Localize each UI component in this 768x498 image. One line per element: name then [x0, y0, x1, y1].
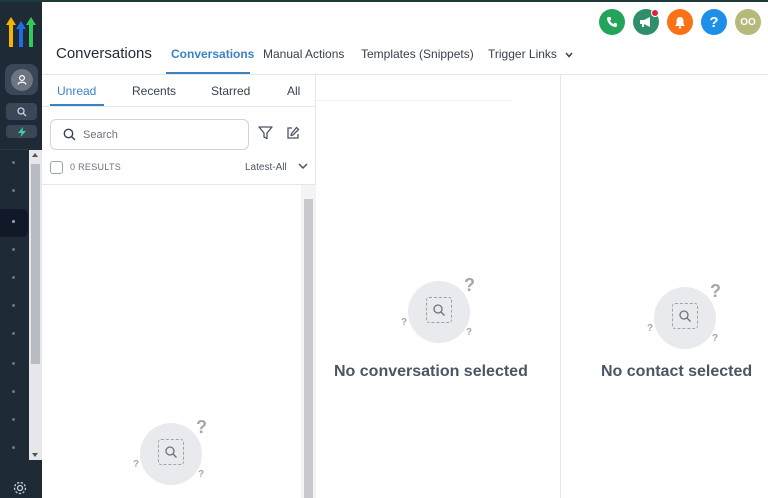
magnifier-icon — [426, 297, 452, 323]
avatar-initials: OO — [740, 16, 756, 28]
tab-manual-actions[interactable]: Manual Actions — [263, 47, 344, 61]
rail-search-button[interactable] — [6, 103, 37, 120]
lightning-icon — [17, 126, 26, 137]
rail-item[interactable] — [12, 189, 15, 192]
results-count: 0 RESULTS — [70, 162, 122, 172]
conversation-search[interactable] — [50, 119, 249, 150]
rail-item[interactable] — [12, 446, 15, 449]
conversation-detail-panel: ? ? ? No conversation selected — [316, 75, 561, 498]
help-icon: ? — [709, 13, 719, 31]
panel-divider — [316, 100, 512, 101]
sort-dropdown[interactable]: Latest-All — [245, 162, 287, 173]
compose-button[interactable] — [286, 126, 300, 145]
tab-trigger-links-label: Trigger Links — [488, 47, 557, 61]
question-mark-icon: ? — [401, 317, 408, 328]
gear-icon[interactable] — [12, 480, 30, 498]
chevron-down-icon[interactable] — [298, 163, 308, 170]
rail-item[interactable] — [12, 220, 15, 223]
rail-item[interactable] — [12, 390, 15, 393]
rail-item[interactable] — [12, 161, 15, 164]
list-scrollbar[interactable] — [301, 185, 316, 498]
empty-conversation-illustration: ? ? ? — [398, 273, 478, 353]
page-title: Conversations — [56, 45, 152, 62]
question-mark-icon: ? — [133, 459, 140, 470]
subtab-unread[interactable]: Unread — [57, 84, 96, 98]
magnifier-icon — [672, 303, 698, 329]
rail-divider — [0, 149, 28, 150]
filter-button[interactable] — [258, 126, 273, 145]
select-all-checkbox[interactable] — [50, 161, 63, 174]
user-location-icon — [10, 68, 33, 91]
rail-item[interactable] — [12, 276, 15, 279]
rail-scrollbar[interactable] — [29, 150, 42, 460]
filter-icon — [258, 126, 273, 140]
rail-item[interactable] — [12, 418, 15, 421]
empty-list-illustration: ? ? ? — [130, 415, 210, 495]
tab-conversations[interactable]: Conversations — [171, 47, 254, 61]
scroll-down-arrow-icon[interactable] — [32, 453, 38, 457]
account-switcher-button[interactable] — [5, 64, 38, 95]
no-contact-message: No contact selected — [601, 363, 753, 380]
subtab-recents[interactable]: Recents — [132, 84, 176, 98]
question-mark-icon: ? — [198, 469, 205, 480]
rail-item[interactable] — [12, 362, 15, 365]
list-divider — [42, 184, 316, 185]
chevron-down-icon — [565, 52, 573, 58]
scrollbar-thumb[interactable] — [31, 164, 40, 364]
magnifier-icon — [158, 439, 184, 465]
rail-item[interactable] — [12, 332, 15, 335]
question-mark-icon: ? — [464, 275, 475, 295]
help-button[interactable]: ? — [701, 9, 727, 35]
rail-item-conversations[interactable] — [0, 209, 28, 237]
question-mark-icon: ? — [712, 333, 719, 344]
question-mark-icon: ? — [647, 323, 654, 334]
active-tab-indicator — [166, 72, 250, 74]
avatar[interactable]: OO — [735, 9, 761, 35]
search-input[interactable] — [83, 126, 243, 144]
announcements-button[interactable] — [633, 9, 659, 35]
search-icon — [63, 128, 76, 141]
left-nav-rail — [0, 2, 42, 498]
phone-icon — [607, 17, 617, 27]
rail-item[interactable] — [12, 304, 15, 307]
conversation-list-panel: Unread Recents Starred All 0 RESULTS Lat… — [42, 75, 316, 498]
question-mark-icon: ? — [196, 417, 207, 437]
rail-item[interactable] — [12, 248, 15, 251]
tab-trigger-links[interactable]: Trigger Links — [488, 47, 573, 61]
bell-icon — [675, 16, 685, 29]
question-mark-icon: ? — [466, 327, 473, 338]
edit-icon — [287, 126, 300, 139]
no-conversation-message: No conversation selected — [334, 363, 528, 380]
subtab-starred[interactable]: Starred — [211, 84, 250, 98]
quick-actions-button[interactable] — [6, 125, 37, 138]
notification-dot — [651, 9, 659, 17]
scrollbar-thumb[interactable] — [304, 199, 313, 498]
subtab-divider — [42, 106, 316, 107]
subtab-all[interactable]: All — [287, 84, 300, 98]
search-icon — [16, 106, 26, 116]
question-mark-icon: ? — [710, 281, 721, 301]
empty-contact-illustration: ? ? ? — [644, 279, 724, 359]
tab-templates[interactable]: Templates (Snippets) — [361, 47, 474, 61]
notifications-button[interactable] — [667, 9, 693, 35]
app-logo[interactable] — [6, 15, 36, 49]
contact-detail-panel: ? ? ? No contact selected — [561, 75, 768, 498]
page-header: Conversations Conversations Manual Actio… — [42, 2, 768, 75]
megaphone-icon — [640, 17, 650, 27]
scroll-up-arrow-icon[interactable] — [32, 153, 38, 157]
phone-button[interactable] — [599, 9, 625, 35]
